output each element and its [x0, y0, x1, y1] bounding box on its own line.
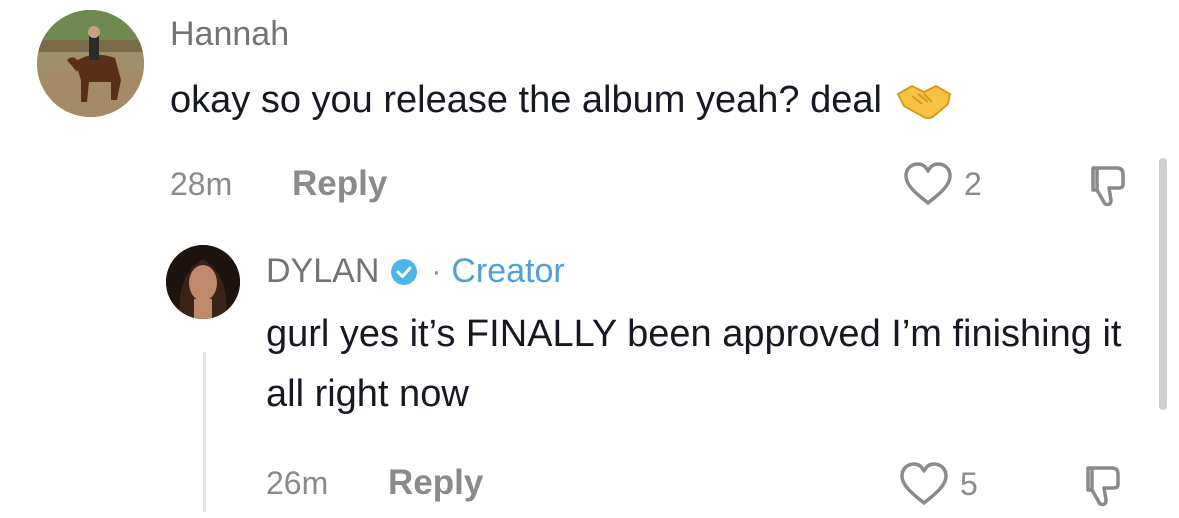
- verified-icon: [391, 258, 418, 285]
- heart-icon: [904, 162, 952, 205]
- dislike-icon[interactable]: [1083, 160, 1133, 210]
- comment-text: okay so you release the album yeah? deal: [170, 70, 1070, 130]
- reply-text: gurl yes it’s FINALLY been approved I’m …: [266, 313, 1122, 415]
- reply-button[interactable]: Reply: [292, 164, 387, 204]
- reply-timestamp: 26m: [266, 465, 329, 501]
- avatar-dylan[interactable]: [166, 245, 240, 319]
- thread-line: [203, 352, 206, 512]
- heart-icon: [900, 462, 948, 505]
- comment-timestamp: 28m: [170, 166, 233, 202]
- comment-text-body: okay so you release the album yeah? deal: [170, 79, 882, 121]
- like-button[interactable]: 2: [902, 161, 982, 207]
- reply-reply-button[interactable]: Reply: [388, 463, 483, 503]
- reply-like-count: 5: [960, 465, 978, 502]
- separator-dot: ·: [431, 254, 442, 288]
- comment-username[interactable]: Hannah: [170, 15, 289, 54]
- dislike-icon[interactable]: [1078, 460, 1128, 510]
- like-count: 2: [964, 165, 982, 202]
- handshake-emoji: [896, 80, 952, 120]
- reply-like-button[interactable]: 5: [898, 461, 978, 507]
- scrollbar[interactable]: [1159, 158, 1167, 410]
- creator-badge: Creator: [451, 252, 565, 290]
- avatar-hannah[interactable]: [37, 10, 144, 117]
- reply-username[interactable]: DYLAN: [266, 252, 379, 291]
- reply-username-row: DYLAN · Creator: [266, 252, 565, 291]
